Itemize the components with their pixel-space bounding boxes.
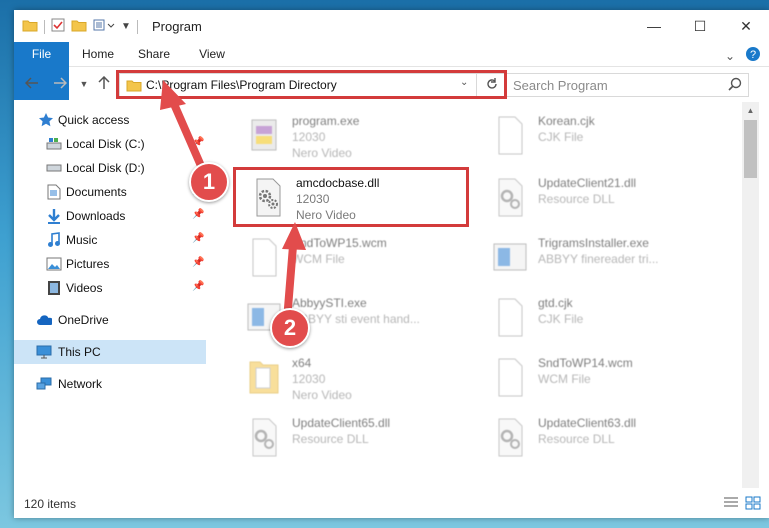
step-2-badge: 2 <box>270 308 310 348</box>
arrow-1 <box>160 80 209 179</box>
step-1-badge: 1 <box>189 162 229 202</box>
annotation-arrows <box>160 80 306 312</box>
arrow-2 <box>282 222 306 312</box>
